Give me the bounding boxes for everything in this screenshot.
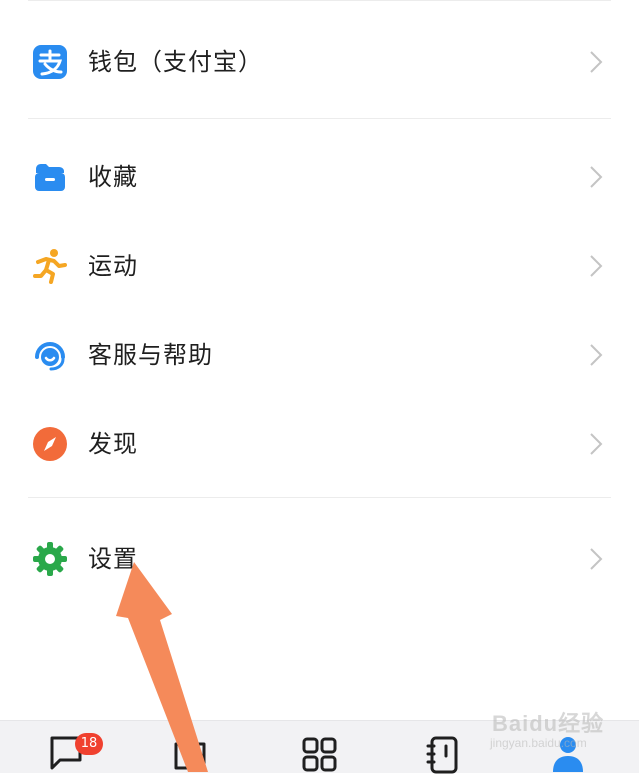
divider (28, 118, 611, 119)
watermark-brand: Baidu经验 (492, 711, 605, 736)
watermark-url: jingyan.baidu.com (490, 736, 587, 750)
chevron-right-icon (590, 344, 603, 366)
chevron-right-icon (590, 51, 603, 73)
tab-apps-grid[interactable] (300, 736, 340, 774)
menu-item-label: 运动 (88, 252, 138, 280)
menu-item-customer-service[interactable]: 客服与帮助 (0, 315, 639, 395)
menu-item-label: 钱包（支付宝） (88, 48, 263, 76)
divider (28, 497, 611, 498)
chevron-right-icon (590, 166, 603, 188)
me-page: 钱包（支付宝） 收藏 运动 客服与帮助 发现 设置 18 Baidu经验 jin… (0, 0, 639, 774)
folder-icon (35, 164, 65, 191)
chevron-right-icon (590, 548, 603, 570)
compass-icon (33, 427, 67, 461)
menu-item-favorites[interactable]: 收藏 (0, 137, 639, 217)
menu-item-settings[interactable]: 设置 (0, 519, 639, 599)
menu-item-label: 发现 (88, 430, 138, 458)
tab-camera[interactable] (170, 734, 210, 772)
menu-item-label: 设置 (88, 545, 138, 573)
menu-item-wallet[interactable]: 钱包（支付宝） (0, 22, 639, 102)
menu-item-sports[interactable]: 运动 (0, 226, 639, 306)
menu-item-label: 收藏 (88, 163, 138, 191)
chevron-right-icon (590, 255, 603, 277)
alipay-icon (33, 45, 67, 79)
unread-badge: 18 (75, 733, 103, 755)
divider (28, 0, 611, 1)
menu-item-discover[interactable]: 发现 (0, 404, 639, 484)
tab-notebook[interactable] (424, 736, 464, 774)
menu-item-label: 客服与帮助 (88, 341, 213, 369)
running-icon (33, 249, 67, 284)
chevron-right-icon (590, 433, 603, 455)
baidu-jingyan-watermark: Baidu经验 jingyan.baidu.com (482, 702, 622, 762)
gear-icon (33, 542, 67, 576)
headset-icon (35, 342, 65, 371)
